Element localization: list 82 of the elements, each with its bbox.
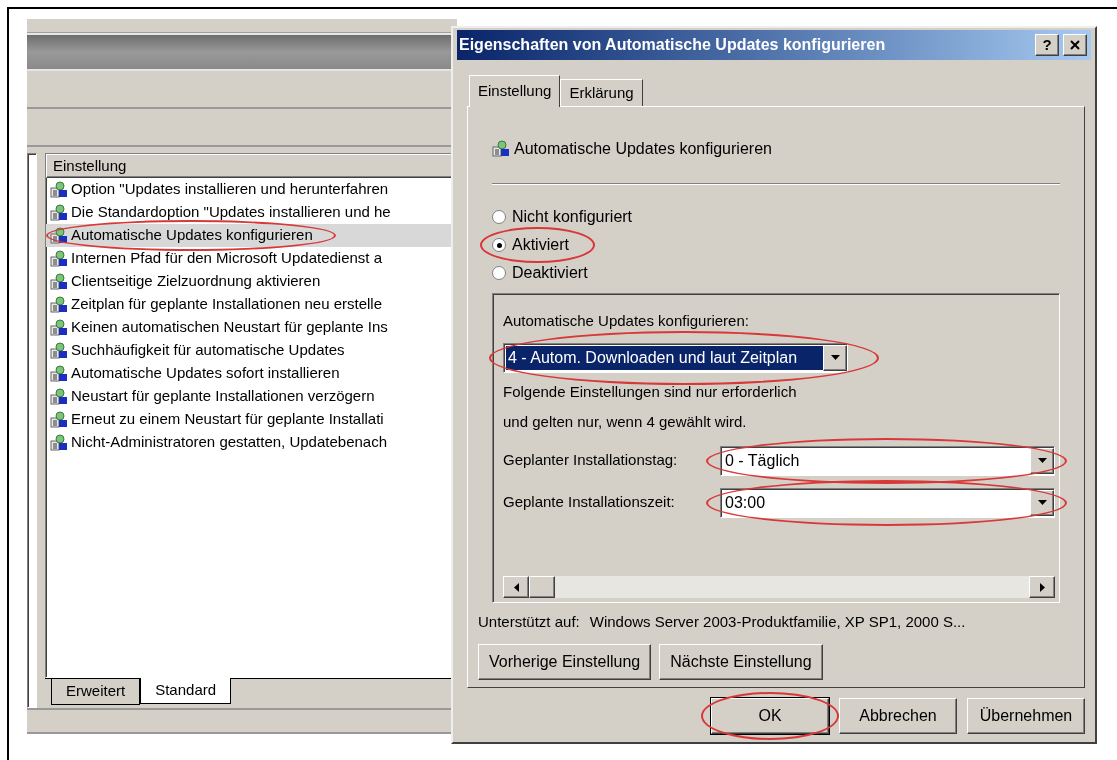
scroll-thumb[interactable] [529, 576, 555, 598]
dropdown-button[interactable] [823, 344, 847, 371]
view-tab[interactable]: Erweitert [51, 679, 141, 705]
list-item[interactable]: Nicht-Administratoren gestatten, Updatebenach [46, 431, 456, 454]
close-button[interactable] [1063, 34, 1087, 56]
help-button[interactable]: ? [1035, 34, 1059, 56]
radio-button[interactable] [492, 238, 506, 252]
view-tab[interactable]: Standard [140, 678, 232, 704]
list-item-label: Automatische Updates konfigurieren [71, 225, 313, 246]
supported-label: Unterstützt auf: [478, 612, 580, 632]
list-item[interactable]: Zeitplan für geplante Installationen neu erstelle [46, 293, 456, 316]
dialog-tab[interactable]: Einstellung [469, 75, 561, 107]
list-item-label: Suchhäufigkeit für automatische Updates [71, 340, 345, 361]
radio-button[interactable] [492, 266, 506, 280]
policy-icon [50, 226, 68, 245]
policy-icon [50, 387, 68, 406]
list-item-label: Clientseitige Zielzuordnung aktivieren [71, 271, 321, 292]
list-item-label: Zeitplan für geplante Installationen neu erstelle [71, 294, 383, 315]
dropdown-button[interactable] [1030, 447, 1054, 474]
policy-icon [50, 410, 68, 429]
list-item-label: Keinen automatischen Neustart für geplante Ins [71, 317, 388, 338]
radio-label: Nicht konfiguriert [512, 207, 633, 227]
policy-icon [50, 272, 68, 291]
policy-icon [50, 433, 68, 452]
list-item[interactable]: Clientseitige Zielzuordnung aktivieren [46, 270, 456, 293]
policy-icon [50, 249, 68, 268]
list-item-label: Neustart für geplante Installationen verzögern [71, 386, 375, 407]
dropdown-value: 0 - Täglich [724, 450, 801, 471]
dropdown-value: 4 - Autom. Downloaden und laut Zeitplan [506, 345, 823, 370]
radio-option[interactable]: Aktiviert [492, 233, 569, 257]
list-item-label: Nicht-Administratoren gestatten, Updatebenach [71, 432, 387, 453]
list-item[interactable]: Automatische Updates sofort installieren [46, 362, 456, 385]
field-label: Geplante Installationszeit: [503, 492, 676, 513]
policy-icon [50, 341, 68, 360]
window-title: Eigenschaften von Automatische Updates konfigurieren [459, 35, 887, 55]
caret-icon [1037, 500, 1047, 505]
dropdown-field[interactable]: 03:00 [720, 487, 1055, 518]
radio-option[interactable]: Deaktiviert [492, 261, 588, 285]
policy-icon [50, 203, 68, 222]
dropdown-field[interactable]: 0 - Täglich [720, 445, 1055, 476]
horizontal-scrollbar[interactable] [503, 576, 1055, 598]
caret-icon [830, 355, 840, 360]
list-item[interactable]: Option "Updates installieren und herunterfahren [46, 178, 456, 201]
list-item[interactable]: Internen Pfad für den Microsoft Updatedienst a [46, 247, 456, 270]
list-item-label: Option "Updates installieren und herunterfahren [71, 179, 389, 200]
field-label: Geplanter Installationstag: [503, 450, 679, 471]
policy-icon [50, 364, 68, 383]
dialog-button[interactable]: Übernehmen [967, 698, 1085, 734]
note-text: Folgende Einstellungen sind nur erforderlich [503, 381, 798, 402]
list-item-label: Die Standardoption "Updates installieren und he [71, 202, 391, 223]
mode-dropdown[interactable]: 4 - Autom. Downloaden und laut Zeitplan [503, 342, 848, 373]
note-text: und gelten nur, wenn 4 gewählt wird. [503, 412, 748, 432]
list-item[interactable]: Neustart für geplante Installationen verzögern [46, 385, 456, 408]
radio-button[interactable] [492, 210, 506, 224]
radio-label: Deaktiviert [512, 263, 588, 283]
nav-button[interactable]: Nächste Einstellung [659, 643, 823, 680]
left-arrow-icon [513, 582, 519, 592]
policy-icon [492, 140, 510, 158]
radio-option[interactable]: Nicht konfiguriert [492, 205, 633, 229]
list-item-label: Internen Pfad für den Microsoft Updatedienst a [71, 248, 382, 269]
dropdown-value: 03:00 [724, 492, 767, 513]
policy-icon [50, 295, 68, 314]
radio-label: Aktiviert [512, 235, 569, 255]
close-icon [1070, 40, 1080, 50]
supported-value: Windows Server 2003-Produktfamilie, XP SP1, 2000 S... [589, 612, 966, 632]
dropdown-button[interactable] [1030, 489, 1054, 516]
list-item[interactable]: Keinen automatischen Neustart für geplante Ins [46, 316, 456, 339]
nav-button[interactable]: Vorherige Einstellung [478, 643, 652, 680]
dialog-button[interactable]: OK [711, 698, 829, 734]
dialog-button[interactable]: Abbrechen [839, 698, 957, 734]
dialog-tab[interactable]: Erklärung [560, 79, 643, 106]
policy-heading: Automatische Updates konfigurieren [514, 139, 772, 159]
caret-icon [1037, 458, 1047, 463]
policy-icon [50, 180, 68, 199]
list-item-label: Erneut zu einem Neustart für geplante Installati [71, 409, 384, 430]
list-item[interactable]: Die Standardoption "Updates installieren und he [46, 201, 456, 224]
policy-icon [50, 318, 68, 337]
list-item[interactable]: Erneut zu einem Neustart für geplante Installati [46, 408, 456, 431]
list-item-label: Automatische Updates sofort installieren [71, 363, 340, 384]
list-item[interactable]: Suchhäufigkeit für automatische Updates [46, 339, 456, 362]
group-label: Automatische Updates konfigurieren: [503, 311, 750, 331]
right-arrow-icon [1039, 582, 1045, 592]
